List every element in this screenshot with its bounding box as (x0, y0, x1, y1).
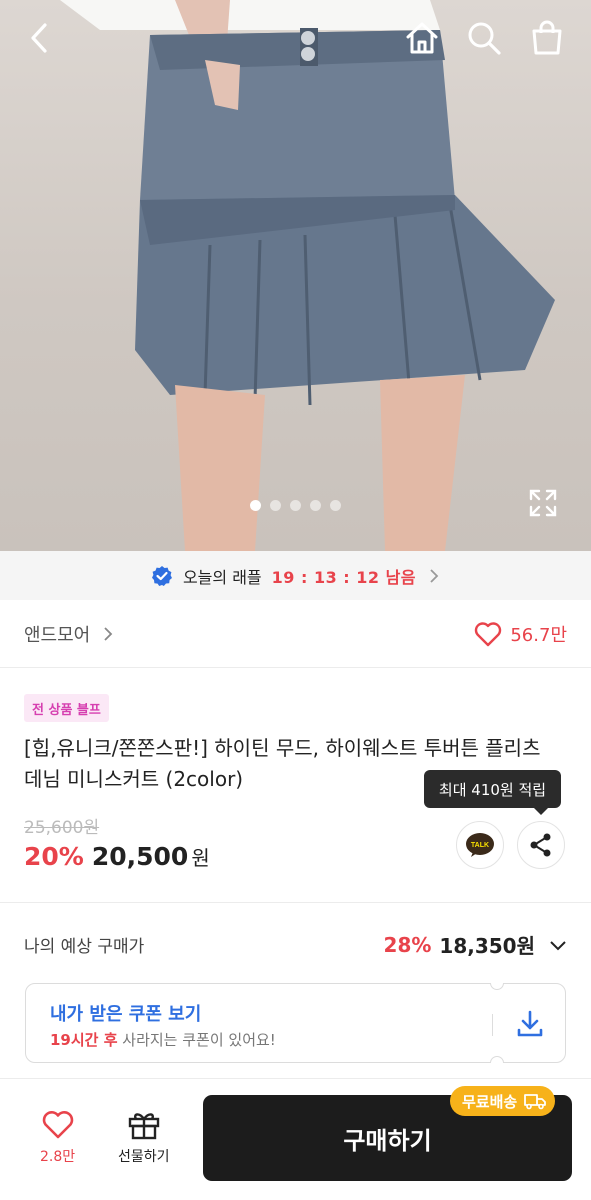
product-image-gallery[interactable] (0, 0, 591, 551)
coupon-subtitle-text: 사라지는 쿠폰이 있어요! (117, 1031, 276, 1049)
gift-button[interactable]: 선물하기 (118, 1110, 170, 1166)
pagination-dot[interactable] (330, 500, 341, 511)
chevron-right-icon (430, 568, 439, 583)
cart-button[interactable] (527, 18, 567, 58)
raffle-label: 오늘의 래플 (182, 567, 262, 587)
wishlist-button[interactable]: 2.8만 (40, 1110, 75, 1166)
delivery-truck-icon (524, 1094, 547, 1110)
coupon-notch (490, 983, 504, 990)
gift-label: 선물하기 (118, 1149, 170, 1165)
home-icon (406, 22, 438, 54)
heart-icon (475, 621, 502, 646)
pagination-dot[interactable] (270, 500, 281, 511)
kakao-talk-icon: TALK (466, 833, 494, 857)
expected-price: 18,350원 (439, 934, 535, 958)
gift-icon (128, 1113, 159, 1140)
share-icon (530, 833, 551, 857)
coupon-subtitle: 19시간 후 사라지는 쿠폰이 있어요! (50, 1029, 276, 1050)
kakao-talk-share-button[interactable]: TALK (456, 821, 504, 869)
search-button[interactable] (464, 18, 504, 58)
verified-badge-icon (151, 565, 172, 586)
wishlist-count: 2.8만 (40, 1149, 76, 1165)
coupon-expiry: 19시간 후 (50, 1031, 118, 1049)
pagination-dot[interactable] (290, 500, 301, 511)
free-shipping-badge: 무료배송 (450, 1086, 556, 1116)
expected-price-label: 나의 예상 구매가 (24, 937, 145, 957)
raffle-countdown: 19 : 13 : 12 남음 (271, 567, 417, 587)
brand-row: 앤드모어 56.7만 (0, 600, 591, 668)
shopping-bag-icon (532, 20, 562, 55)
gallery-pagination (0, 500, 591, 511)
download-icon[interactable] (514, 1008, 546, 1040)
coupon-title: 내가 받은 쿠폰 보기 (50, 1004, 202, 1025)
chevron-right-icon[interactable] (102, 626, 114, 642)
fullscreen-button[interactable] (526, 486, 560, 520)
pagination-dot[interactable] (310, 500, 321, 511)
expected-discount: 28% (383, 932, 432, 957)
raffle-banner[interactable]: 오늘의 래플 19 : 13 : 12 남음 (0, 551, 591, 600)
coupon-notch (490, 1056, 504, 1063)
heart-icon (42, 1111, 73, 1139)
promo-badge: 전 상품 블프 (24, 694, 109, 722)
sale-price: 20,500 (91, 842, 189, 871)
chevron-left-icon (31, 23, 47, 53)
free-shipping-label: 무료배송 (462, 1092, 518, 1111)
brand-like-button[interactable]: 56.7만 (474, 621, 567, 647)
back-button[interactable] (20, 18, 60, 58)
divider (0, 902, 591, 903)
original-price: 25,600원 (24, 818, 100, 838)
search-icon (468, 22, 501, 55)
coupon-card[interactable]: 내가 받은 쿠폰 보기 19시간 후 사라지는 쿠폰이 있어요! (25, 983, 566, 1063)
expand-icon (529, 489, 557, 517)
brand-like-count: 56.7만 (510, 624, 567, 646)
share-button[interactable] (517, 821, 565, 869)
divider (0, 1078, 591, 1079)
expected-price-row[interactable]: 나의 예상 구매가 28% 18,350원 (24, 930, 567, 959)
chevron-down-icon[interactable] (549, 939, 567, 951)
home-button[interactable] (402, 18, 442, 58)
price-row: 20% 20,500 원 (24, 842, 210, 871)
points-tooltip: 최대 410원 적립 (424, 770, 561, 815)
pagination-dot[interactable] (250, 500, 261, 511)
product-photo (60, 0, 555, 551)
coupon-divider (492, 1014, 493, 1036)
discount-rate: 20% (24, 842, 84, 871)
brand-name[interactable]: 앤드모어 (24, 621, 90, 647)
currency-unit: 원 (191, 846, 210, 870)
talk-label: TALK (471, 842, 489, 849)
